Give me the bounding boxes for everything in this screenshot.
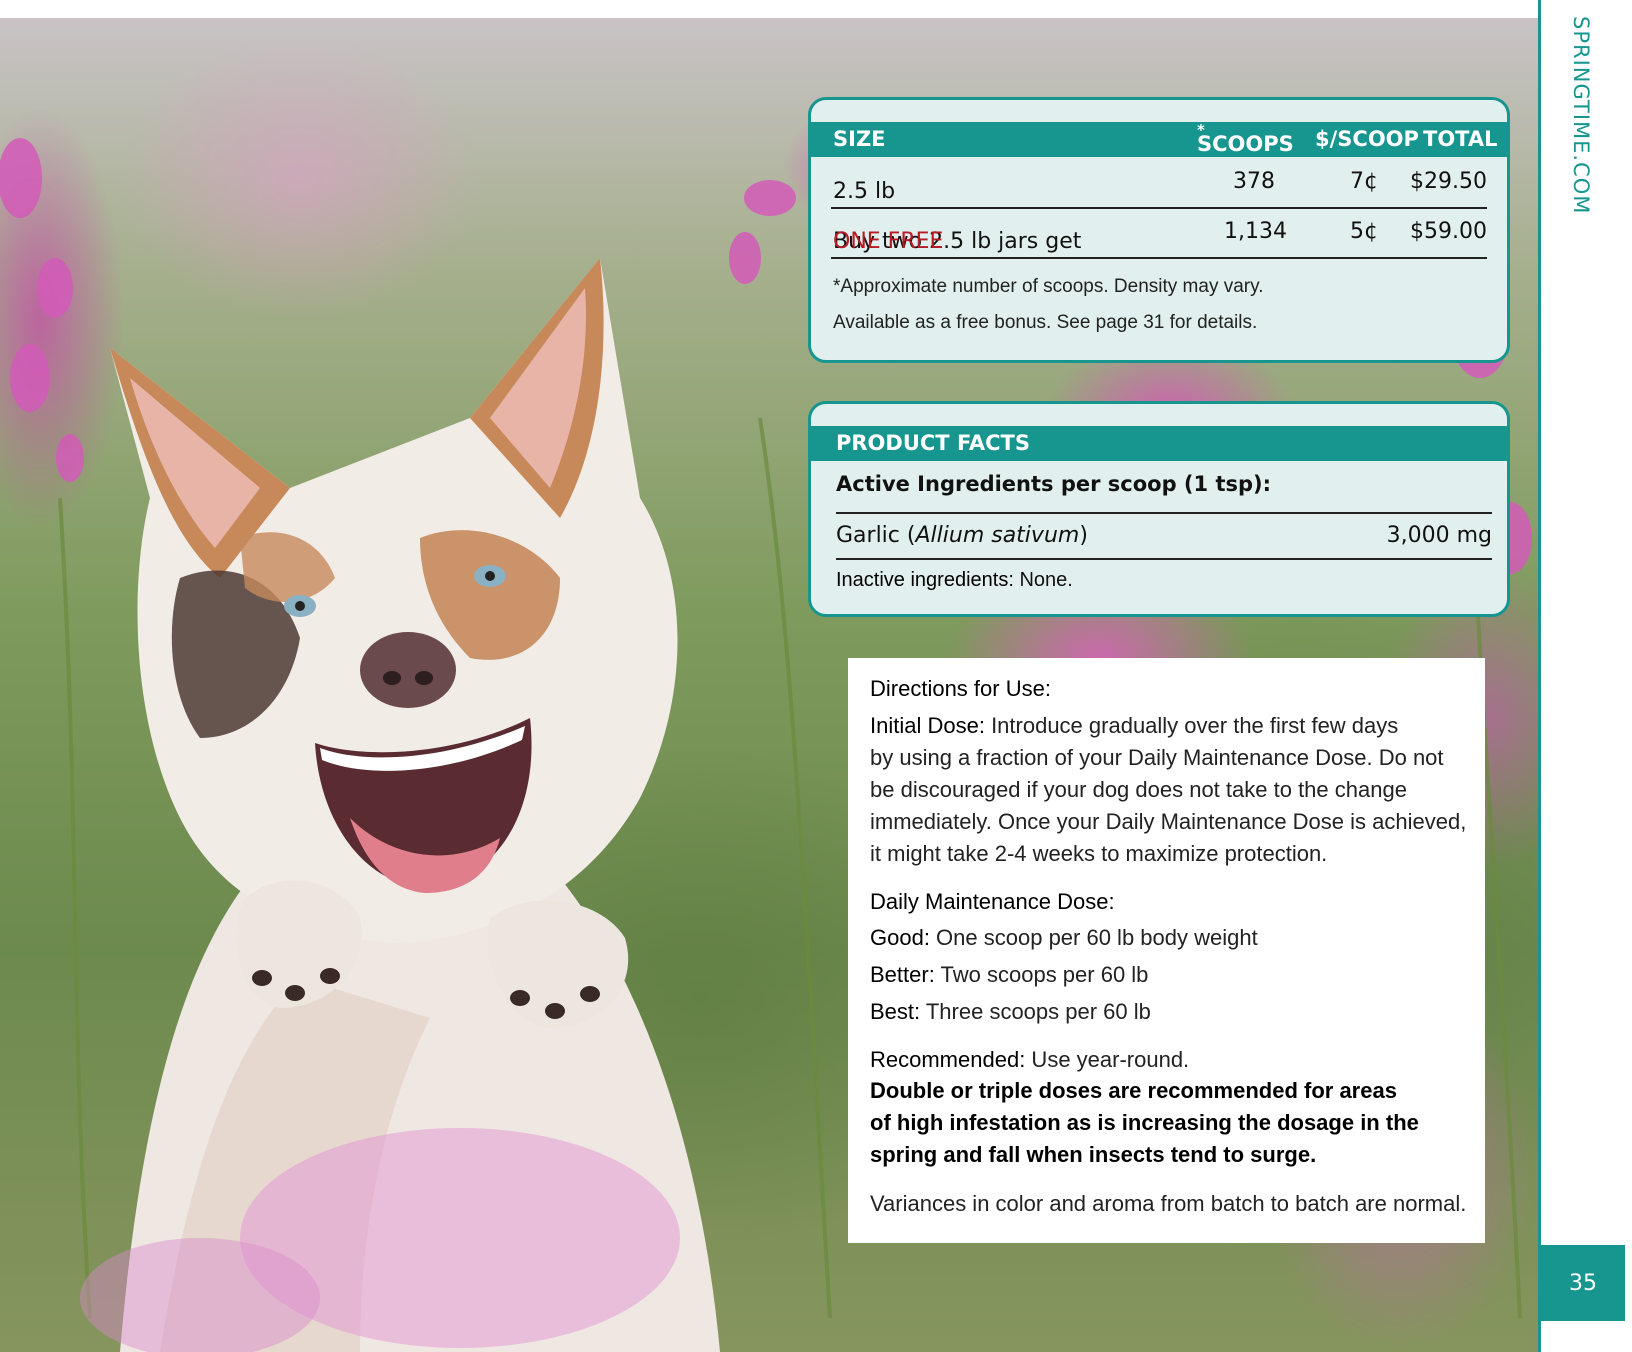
- dose-text: Three scoops per 60 lb: [920, 999, 1151, 1024]
- dose-label: Best:: [870, 999, 921, 1024]
- row-total: $59.00: [1410, 219, 1487, 244]
- active-ingredients-heading: Active Ingredients per scoop (1 tsp):: [836, 472, 1492, 514]
- row-size-text: 2.5 lb: [833, 179, 896, 204]
- one-free-highlight: ONE FREE: [833, 229, 944, 254]
- product-facts: PRODUCT FACTS Active Ingredients per sco…: [808, 401, 1510, 617]
- ingredient-name: Garlic (Allium sativum): [836, 523, 1088, 548]
- scoop-footnote: *Approximate number of scoops. Density m…: [833, 276, 1264, 297]
- pricing-table: SIZE SCOOPS * $/SCOOP TOTAL 2.5 lb 378 7¢…: [808, 97, 1510, 363]
- page-number: 35: [1541, 1245, 1625, 1321]
- initial-dose-text: Introduce gradually over the first few d…: [984, 713, 1399, 738]
- header-per-scoop: $/SCOOP: [1315, 127, 1419, 151]
- directions-title: Directions for Use:: [870, 676, 1051, 701]
- ingredient-common-name: Garlic (: [836, 523, 916, 548]
- initial-dose-line: by using a fraction of your Daily Mainte…: [870, 745, 1444, 770]
- directions-panel: Directions for Use: Initial Dose: Introd…: [848, 658, 1485, 1243]
- recommended-label: Recommended:: [870, 1047, 1026, 1072]
- header-total: TOTAL: [1423, 127, 1498, 151]
- product-facts-title: PRODUCT FACTS: [836, 431, 1030, 455]
- bonus-note: Available as a free bonus. See page 31 f…: [833, 312, 1258, 333]
- inactive-value: None.: [1013, 569, 1073, 591]
- product-facts-header: PRODUCT FACTS: [811, 426, 1507, 461]
- sidebar-url[interactable]: SPRINGTIME.COM: [1553, 16, 1593, 256]
- row-total: $29.50: [1410, 169, 1487, 194]
- dose-text: One scoop per 60 lb body weight: [929, 925, 1258, 950]
- inactive-label: Inactive ingredients:: [836, 569, 1014, 591]
- dose-label: Good:: [870, 925, 930, 950]
- pricing-header-row: SIZE SCOOPS * $/SCOOP TOTAL: [811, 122, 1507, 157]
- ingredient-amount: 3,000 mg: [1386, 523, 1492, 548]
- dose-good: Good: One scoop per 60 lb body weight: [870, 922, 1258, 954]
- table-row: Buy two 2.5 lb jars get ONE FREE 1,134 5…: [831, 209, 1487, 259]
- header-scoops: SCOOPS *: [1197, 123, 1294, 157]
- row-scoops: 1,134: [1224, 219, 1287, 244]
- row-per-scoop: 7¢: [1350, 169, 1378, 194]
- initial-dose-line: immediately. Once your Daily Maintenance…: [870, 809, 1467, 834]
- initial-dose: Initial Dose: Introduce gradually over t…: [870, 710, 1398, 742]
- dose-better: Better: Two scoops per 60 lb: [870, 959, 1148, 991]
- dose-text: Two scoops per 60 lb: [934, 962, 1149, 987]
- initial-dose-label: Initial Dose:: [870, 713, 985, 738]
- recommended: Recommended: Use year-round.: [870, 1044, 1189, 1076]
- ingredient-close-paren: ): [1079, 523, 1088, 548]
- row-scoops: 378: [1233, 169, 1275, 194]
- variance-note: Variances in color and aroma from batch …: [870, 1191, 1467, 1216]
- emphasis-line: of high infestation as is increasing the…: [870, 1110, 1419, 1135]
- emphasis-line: Double or triple doses are recommended f…: [870, 1078, 1397, 1103]
- table-row: 2.5 lb 378 7¢ $29.50: [831, 159, 1487, 209]
- header-size: SIZE: [833, 127, 886, 151]
- header-scoops-label: SCOOPS: [1197, 132, 1294, 156]
- emphasis-line: spring and fall when insects tend to sur…: [870, 1142, 1317, 1167]
- row-per-scoop: 5¢: [1350, 219, 1378, 244]
- initial-dose-line: it might take 2-4 weeks to maximize prot…: [870, 841, 1328, 866]
- initial-dose-line: be discouraged if your dog does not take…: [870, 777, 1407, 802]
- maintenance-title: Daily Maintenance Dose:: [870, 889, 1115, 914]
- dose-best: Best: Three scoops per 60 lb: [870, 996, 1151, 1028]
- ingredient-latin-name: Allium sativum: [915, 523, 1080, 548]
- recommended-text: Use year-round.: [1025, 1047, 1190, 1072]
- ingredient-row: Garlic (Allium sativum) 3,000 mg: [836, 516, 1492, 560]
- dose-label: Better:: [870, 962, 935, 987]
- inactive-ingredients: Inactive ingredients: None.: [836, 569, 1492, 592]
- footnote-mark: *: [1197, 121, 1205, 139]
